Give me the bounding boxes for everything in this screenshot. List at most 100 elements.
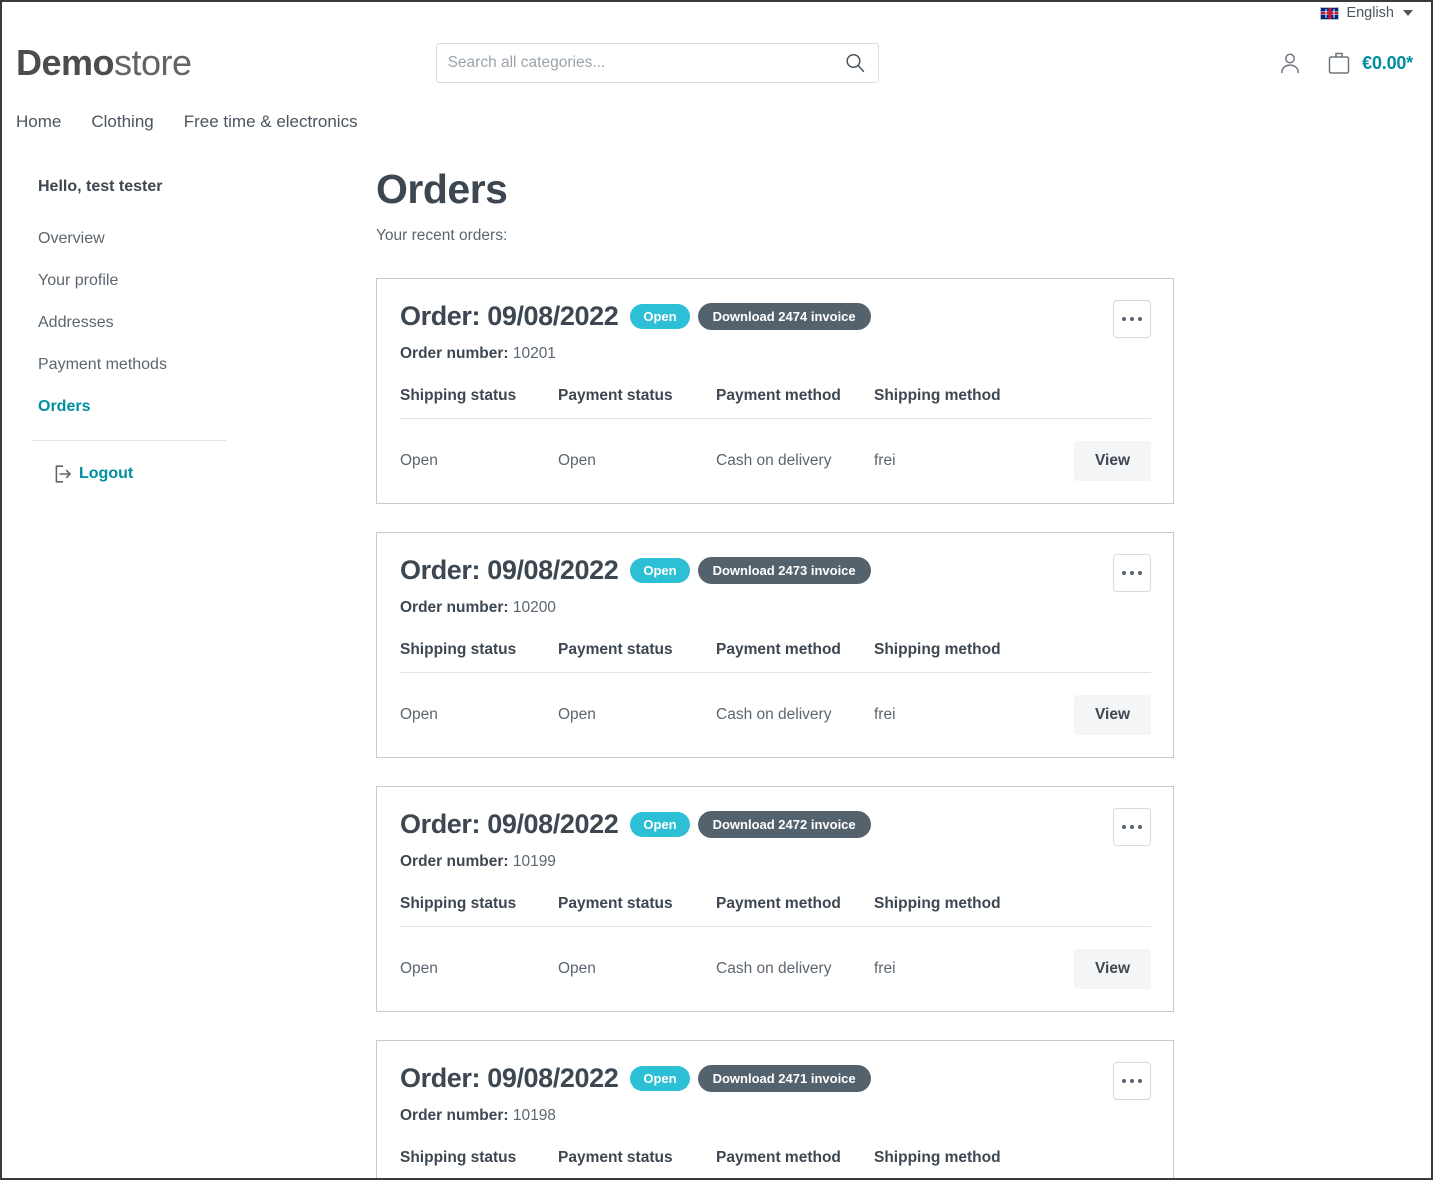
order-table: Shipping status Payment status Payment m… [400,1149,1151,1178]
chevron-down-icon [1403,10,1413,16]
search-container [435,43,879,83]
order-number-label: Order number: [400,1107,509,1124]
column-payment-method: Payment method [716,387,874,419]
page-body: Hello, test tester Overview Your profile… [2,142,1431,1178]
column-payment-status: Payment status [558,641,716,673]
nav-item-clothing[interactable]: Clothing [91,112,153,132]
view-order-button[interactable]: View [1073,949,1151,989]
column-shipping-method: Shipping method [874,641,1034,673]
column-shipping-status: Shipping status [400,641,558,673]
sidebar-item-overview[interactable]: Overview [16,218,376,260]
order-number-value: 10200 [512,599,556,616]
cell-shipping-status: Open [400,960,438,977]
language-label: English [1346,5,1394,21]
download-invoice-button[interactable]: Download 2472 invoice [697,811,871,838]
column-payment-method: Payment method [716,1149,874,1178]
column-shipping-status: Shipping status [400,387,558,419]
cell-shipping-status: Open [400,706,438,723]
status-badge: Open [630,1066,690,1091]
order-header: Order: 09/08/2022 Open Download 2473 inv… [400,555,1151,586]
ellipsis-icon [1130,571,1134,575]
ellipsis-icon [1138,1079,1142,1083]
table-header-row: Shipping status Payment status Payment m… [400,1149,1151,1178]
language-selector[interactable]: English [1320,5,1413,21]
ellipsis-icon [1122,1079,1126,1083]
sidebar-item-addresses[interactable]: Addresses [16,302,376,344]
order-card: Order: 09/08/2022 Open Download 2474 inv… [376,278,1174,504]
ellipsis-icon [1138,317,1142,321]
view-order-button[interactable]: View [1073,695,1151,735]
order-number: Order number: 10198 [400,1107,1151,1125]
greeting-text: Hello, test tester [38,178,163,195]
column-shipping-method: Shipping method [874,387,1034,419]
cell-payment-status: Open [558,452,596,469]
cell-payment-status: Open [558,960,596,977]
column-shipping-method: Shipping method [874,1149,1034,1178]
shopping-bag-icon [1328,52,1350,74]
logout-button[interactable]: Logout [16,441,376,485]
search-input[interactable] [436,44,878,82]
table-row: Open Open Cash on delivery frei View [400,673,1151,758]
column-payment-status: Payment status [558,387,716,419]
column-payment-method: Payment method [716,641,874,673]
order-date: Order: 09/08/2022 [400,1063,619,1093]
column-actions [1034,387,1151,419]
ellipsis-icon [1122,571,1126,575]
main-navigation: Home Clothing Free time & electronics [2,96,1431,142]
download-invoice-button[interactable]: Download 2471 invoice [697,1065,871,1092]
order-context-menu-button[interactable] [1113,808,1151,846]
cell-actions: View [1034,673,1151,758]
search-box [435,43,879,83]
table-header-row: Shipping status Payment status Payment m… [400,387,1151,419]
order-header: Order: 09/08/2022 Open Download 2472 inv… [400,809,1151,840]
order-context-menu-button[interactable] [1113,300,1151,338]
order-card: Order: 09/08/2022 Open Download 2472 inv… [376,786,1174,1012]
sidebar-item-your-profile[interactable]: Your profile [16,260,376,302]
column-payment-method: Payment method [716,895,874,927]
order-header: Order: 09/08/2022 Open Download 2474 inv… [400,301,1151,332]
sidebar-item-orders[interactable]: Orders [16,386,376,428]
column-shipping-method: Shipping method [874,895,1034,927]
order-number-label: Order number: [400,599,509,616]
table-row: Open Open Cash on delivery frei View [400,927,1151,1012]
user-icon [1281,53,1300,74]
order-card: Order: 09/08/2022 Open Download 2471 inv… [376,1040,1174,1178]
order-context-menu-button[interactable] [1113,1062,1151,1100]
header-actions: €0.00* [1277,49,1413,77]
site-header: Demostore Search all categories... €0.00… [2,24,1431,96]
ellipsis-icon [1138,825,1142,829]
browser-viewport: English Demostore Search all categories.… [0,0,1433,1180]
table-header-row: Shipping status Payment status Payment m… [400,895,1151,927]
account-sidebar: Hello, test tester Overview Your profile… [16,166,376,1178]
view-order-button[interactable]: View [1073,441,1151,481]
orders-main: Orders Your recent orders: Order: 09/08/… [376,166,1431,1178]
search-button[interactable] [840,44,870,82]
order-table: Shipping status Payment status Payment m… [400,387,1151,503]
ellipsis-icon [1138,571,1142,575]
cell-shipping-method: frei [874,452,896,469]
column-payment-status: Payment status [558,1149,716,1178]
status-badge: Open [630,812,690,837]
cell-payment-status: Open [558,706,596,723]
nav-item-free-time-electronics[interactable]: Free time & electronics [184,112,358,132]
cart-button[interactable]: €0.00* [1326,49,1413,77]
page-subtitle: Your recent orders: [376,227,508,244]
download-invoice-button[interactable]: Download 2474 invoice [697,303,871,330]
order-context-menu-button[interactable] [1113,554,1151,592]
order-number-value: 10201 [512,345,556,362]
cell-shipping-method: frei [874,706,896,723]
account-button[interactable] [1277,50,1303,76]
order-date: Order: 09/08/2022 [400,301,619,331]
column-actions [1034,1149,1151,1178]
download-invoice-button[interactable]: Download 2473 invoice [697,557,871,584]
column-shipping-status: Shipping status [400,895,558,927]
sidebar-item-payment-methods[interactable]: Payment methods [16,344,376,386]
site-logo[interactable]: Demostore [16,45,192,81]
order-number-label: Order number: [400,853,509,870]
account-nav-list: Overview Your profile Addresses Payment … [16,218,376,428]
cell-shipping-status: Open [400,452,438,469]
nav-item-home[interactable]: Home [16,112,61,132]
language-bar: English [2,2,1431,24]
cell-actions: View [1034,419,1151,504]
order-number: Order number: 10199 [400,853,1151,871]
